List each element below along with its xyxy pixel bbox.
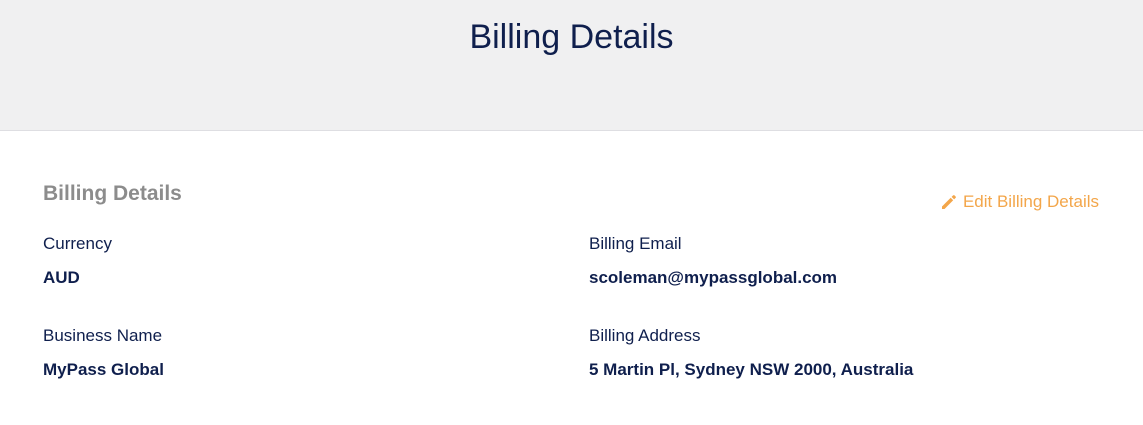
billing-email-value: scoleman@mypassglobal.com <box>589 268 838 287</box>
page-title: Billing Details <box>469 18 674 56</box>
page-header: Billing Details <box>0 0 1143 131</box>
section-title: Billing Details <box>43 182 182 205</box>
currency-value: AUD <box>43 268 80 287</box>
edit-billing-details-link[interactable]: Edit Billing Details <box>940 190 1099 214</box>
billing-email-label: Billing Email <box>589 234 682 253</box>
billing-address-label: Billing Address <box>589 326 701 345</box>
pencil-icon <box>940 193 958 211</box>
edit-billing-details-label: Edit Billing Details <box>962 192 1099 211</box>
currency-label: Currency <box>43 234 112 253</box>
business-name-label: Business Name <box>43 326 163 345</box>
business-name-value: MyPass Global <box>43 360 164 379</box>
billing-address-value: 5 Martin Pl, Sydney NSW 2000, Australia <box>589 360 914 379</box>
